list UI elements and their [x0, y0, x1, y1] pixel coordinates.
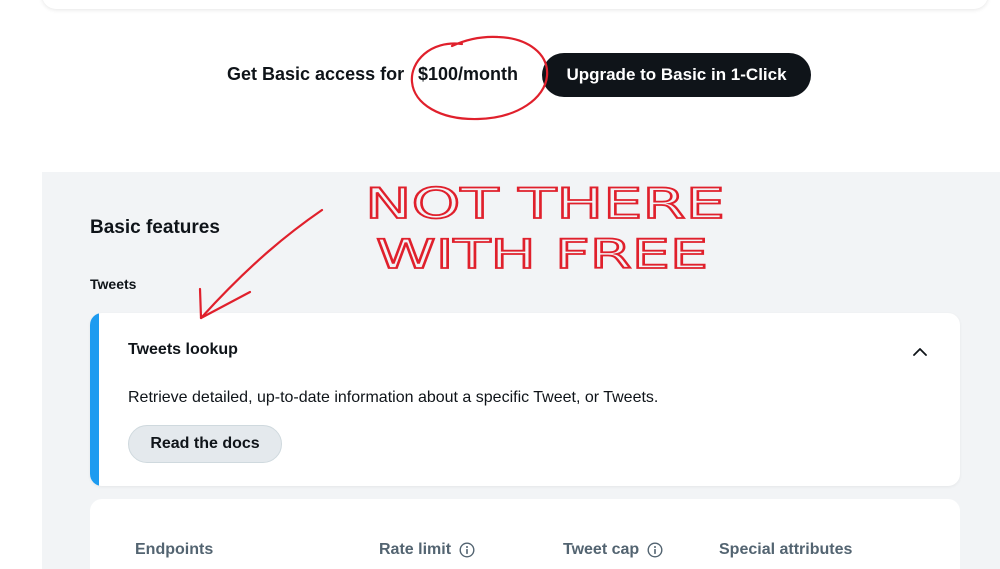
feature-accent-bar: [90, 313, 99, 486]
feature-title: Tweets lookup: [128, 341, 238, 358]
column-header-rate-limit: Rate limit: [379, 541, 475, 559]
feature-description: Retrieve detailed, up-to-date informatio…: [128, 389, 659, 406]
pricing-text: Get Basic access for: [227, 64, 405, 84]
collapse-button[interactable]: [908, 339, 932, 363]
column-header-label: Rate limit: [379, 541, 452, 558]
feature-card-tweets-lookup[interactable]: Tweets lookup Retrieve detailed, up-to-d…: [90, 313, 960, 486]
upgrade-button[interactable]: Upgrade to Basic in 1-Click: [542, 53, 811, 97]
column-header-label: Special attributes: [719, 541, 853, 558]
column-header-tweet-cap: Tweet cap: [563, 541, 663, 559]
basic-features-section: Basic features Tweets Tweets lookup Retr…: [42, 172, 1000, 569]
endpoints-table: Endpoints Rate limit Tweet cap Special a…: [90, 499, 960, 569]
column-header-endpoints: Endpoints: [135, 541, 213, 559]
info-icon[interactable]: [647, 542, 663, 558]
previous-card-bottom: [42, 0, 988, 9]
info-icon[interactable]: [459, 542, 475, 558]
column-header-label: Tweet cap: [563, 541, 640, 558]
section-title: Basic features: [90, 217, 220, 238]
column-header-special-attributes: Special attributes: [719, 541, 852, 559]
group-label-tweets: Tweets: [90, 276, 137, 292]
read-docs-button[interactable]: Read the docs: [128, 425, 282, 463]
chevron-up-icon: [913, 347, 927, 356]
pricing-price: $100/month: [418, 64, 519, 84]
column-header-label: Endpoints: [135, 541, 214, 558]
pricing-row: Get Basic access for $100/month Upgrade …: [0, 53, 1000, 97]
